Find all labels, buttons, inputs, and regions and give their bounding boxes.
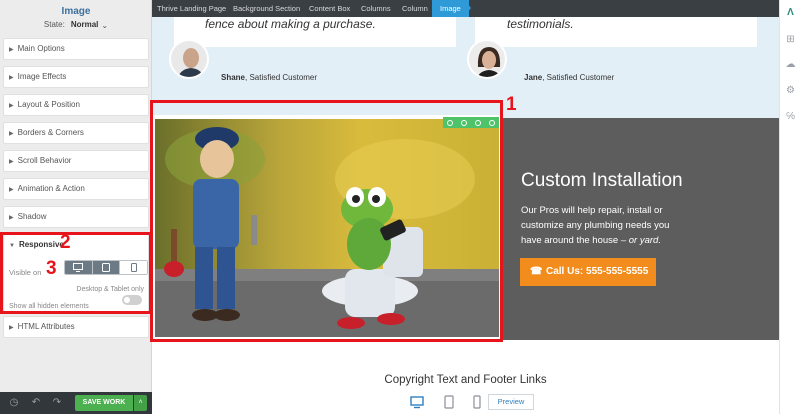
caret-right-icon: ▶	[9, 159, 14, 165]
section-layout-position[interactable]: ▶ Layout & Position	[3, 94, 149, 116]
testimonial-name: Shane, Satisfied Customer	[221, 73, 318, 82]
right-toolbar: Λ ⊞ ☁ ⚙ ℅	[779, 0, 800, 414]
thrive-logo-icon: Λ	[787, 7, 794, 18]
section-label: Scroll Behavior	[17, 156, 72, 165]
section-shadow[interactable]: ▶ Shadow	[3, 206, 149, 228]
caret-right-icon: ▶	[9, 187, 14, 193]
annotation-box-image	[150, 100, 503, 342]
percent-icon[interactable]: ℅	[784, 110, 797, 123]
caret-right-icon: ▶	[9, 75, 14, 81]
preview-button[interactable]: Preview	[488, 394, 534, 410]
state-label: State:	[43, 20, 65, 29]
section-label: Layout & Position	[17, 100, 80, 109]
cloud-icon[interactable]: ☁	[784, 58, 797, 71]
breadcrumb: Thrive Landing Page Background Section C…	[152, 0, 779, 17]
section-main-options[interactable]: ▶ Main Options	[3, 38, 149, 60]
section-label: HTML Attributes	[17, 322, 75, 331]
left-panel: Image State: Normal ⌄ ▶ Main Options ▶ Image…	[0, 0, 152, 414]
breadcrumb-item-active[interactable]: Image	[432, 0, 469, 17]
testimonial-quote: testimonials.	[507, 17, 574, 31]
testimonial-quote: fence about making a purchase.	[205, 17, 376, 31]
caret-right-icon: ▶	[9, 215, 14, 221]
breadcrumb-item[interactable]: Columns	[361, 0, 391, 17]
annotation-number: 1	[506, 94, 517, 115]
breadcrumb-item[interactable]: Column	[402, 0, 428, 17]
hero-title: Custom Installation	[521, 170, 683, 191]
save-options-caret[interactable]: ˄	[134, 395, 147, 411]
section-scroll-behavior[interactable]: ▶ Scroll Behavior	[3, 150, 149, 172]
section-label: Animation & Action	[17, 184, 85, 193]
breadcrumb-item[interactable]: Thrive Landing Page	[157, 0, 226, 17]
caret-right-icon: ▶	[9, 325, 14, 331]
undo-icon[interactable]: ↶	[30, 397, 42, 409]
chevron-up-icon: ˄	[138, 399, 143, 406]
caret-right-icon: ▶	[9, 47, 14, 53]
section-animation-action[interactable]: ▶ Animation & Action	[3, 178, 149, 200]
redo-icon[interactable]: ↷	[51, 397, 63, 409]
panel-title: Image	[61, 6, 91, 17]
history-icon[interactable]: ◷	[8, 397, 20, 409]
avatar	[467, 39, 507, 79]
section-label: Main Options	[17, 44, 65, 53]
breadcrumb-arrow	[465, 0, 471, 16]
state-value[interactable]: Normal	[71, 20, 99, 29]
desktop-preview-icon[interactable]	[410, 395, 424, 409]
call-us-button[interactable]: ☎ Call Us: 555-555-5555	[520, 258, 656, 286]
breadcrumb-item[interactable]: Background Section	[233, 0, 300, 17]
caret-right-icon: ▶	[9, 103, 14, 109]
section-label: Image Effects	[17, 72, 67, 81]
section-label: Shadow	[17, 212, 47, 221]
section-borders-corners[interactable]: ▶ Borders & Corners	[3, 122, 149, 144]
annotation-number: 2	[60, 232, 71, 253]
tablet-preview-icon[interactable]	[442, 395, 456, 409]
add-element-icon[interactable]: ⊞	[784, 33, 797, 46]
section-html-attributes[interactable]: ▶ HTML Attributes	[3, 316, 149, 338]
breadcrumb-item[interactable]: Content Box	[309, 0, 350, 17]
caret-right-icon: ▶	[9, 131, 14, 137]
section-label: Borders & Corners	[17, 128, 84, 137]
phone-icon: ☎	[530, 266, 543, 277]
bottom-bar: ◷ ↶ ↷ SAVE WORK ˄	[0, 392, 152, 414]
avatar	[169, 39, 209, 79]
testimonial-name: Jane, Satisfied Customer	[524, 73, 615, 82]
footer-text: Copyright Text and Footer Links	[384, 374, 547, 386]
section-image-effects[interactable]: ▶ Image Effects	[3, 66, 149, 88]
state-selector[interactable]: State: Normal ⌄	[0, 20, 152, 30]
chevron-down-icon: ⌄	[101, 21, 109, 30]
annotation-number: 3	[46, 258, 57, 279]
annotation-box-responsive	[0, 232, 152, 314]
save-work-button[interactable]: SAVE WORK	[75, 395, 133, 411]
mobile-preview-icon[interactable]	[470, 395, 484, 409]
hero-text: Our Pros will help repair, install or cu…	[521, 205, 670, 246]
gear-icon[interactable]: ⚙	[784, 84, 797, 97]
